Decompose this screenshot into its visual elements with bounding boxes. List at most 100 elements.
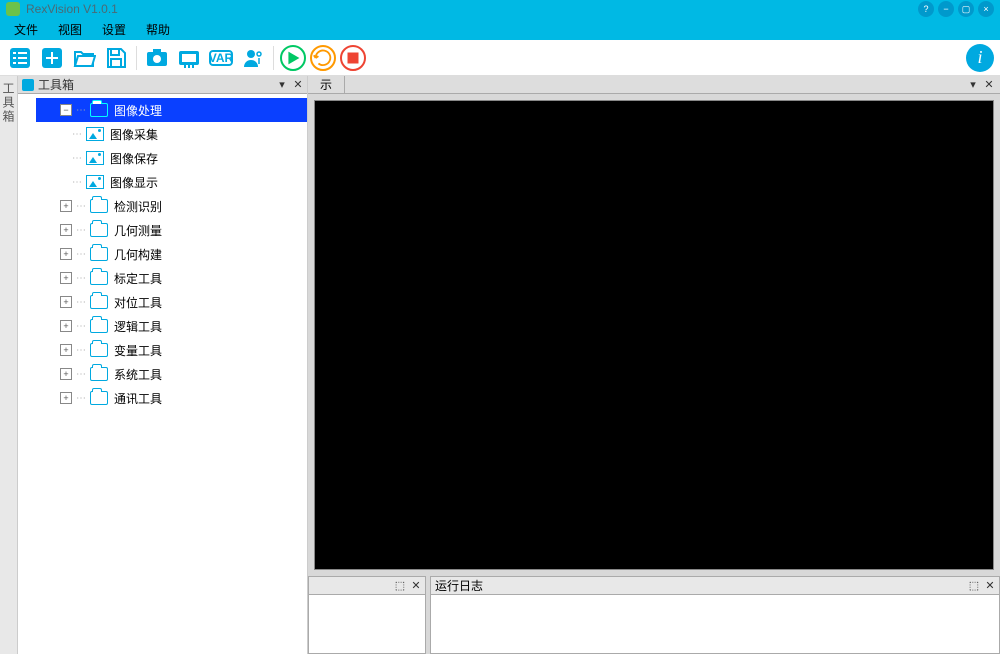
right-area: 示 ▾ ✕ ⬚ ✕ 运行日志 [308,76,1000,654]
viewer-tab-bar: 示 ▾ ✕ [308,76,1000,94]
help-window-button[interactable]: ? [918,1,934,17]
bottom-left-panel: ⬚ ✕ [308,576,426,654]
log-panel: 运行日志 ⬚ ✕ [430,576,1000,654]
close-icon[interactable]: ✕ [291,78,305,92]
tree-expander[interactable]: + [60,368,72,380]
folder-icon [90,102,108,118]
run-button[interactable] [280,45,306,71]
tree-node[interactable]: +⋯变量工具 [36,338,307,362]
tree-expander[interactable]: − [60,104,72,116]
tree-node-label: 变量工具 [114,342,162,359]
sidebar-collapse-tab[interactable]: 工具箱 [0,76,18,654]
main-area: 工具箱 工具箱 ▾ ✕ −⋯图像处理⋯图像采集⋯图像保存⋯图像显示+⋯检测识别+… [0,76,1000,654]
close-icon[interactable]: ✕ [982,78,996,92]
tree-node-label: 图像采集 [110,126,158,143]
save-button[interactable] [102,44,130,72]
menu-bar: 文件 视图 设置 帮助 [0,18,1000,40]
tree-node[interactable]: +⋯检测识别 [36,194,307,218]
maximize-button[interactable]: ▢ [958,1,974,17]
viewer-tab[interactable]: 示 [308,76,345,93]
open-button[interactable] [70,44,98,72]
log-header: 运行日志 ⬚ ✕ [431,577,999,595]
tree-node[interactable]: +⋯系统工具 [36,362,307,386]
tree-node-label: 图像处理 [114,99,307,122]
tree-expander[interactable]: + [60,344,72,356]
io-button[interactable] [175,44,203,72]
title-bar: RexVision V1.0.1 ? − ▢ × [0,0,1000,18]
tree-expander[interactable]: + [60,224,72,236]
close-button[interactable]: × [978,1,994,17]
sidebar-tab-label: 工具箱 [1,82,15,124]
svg-text:VAR: VAR [209,51,233,65]
tree-node-label: 几何测量 [114,222,162,239]
tree-node[interactable]: ⋯图像保存 [18,146,307,170]
tree-node[interactable]: ⋯图像显示 [18,170,307,194]
camera-button[interactable] [143,44,171,72]
tree-node-label: 图像保存 [110,150,158,167]
app-icon [6,2,20,16]
close-icon[interactable]: ✕ [983,579,997,593]
folder-icon [90,318,108,334]
folder-icon [90,270,108,286]
toolbox-header-controls: ▾ ✕ [275,78,305,92]
stop-button[interactable] [340,45,366,71]
log-title: 运行日志 [435,577,483,594]
close-icon[interactable]: ✕ [409,579,423,593]
log-body [431,595,999,653]
window-buttons: ? − ▢ × [918,0,994,18]
menu-settings[interactable]: 设置 [92,18,136,41]
toolbox-tree: −⋯图像处理⋯图像采集⋯图像保存⋯图像显示+⋯检测识别+⋯几何测量+⋯几何构建+… [18,94,307,654]
tree-node[interactable]: +⋯几何构建 [36,242,307,266]
menu-view[interactable]: 视图 [48,18,92,41]
image-icon [86,174,104,190]
var-button[interactable]: VAR [207,44,235,72]
folder-icon [90,342,108,358]
menu-file[interactable]: 文件 [4,18,48,41]
log-header-controls: ⬚ ✕ [967,579,997,593]
tree-node-label: 对位工具 [114,294,162,311]
tree-node-label: 图像显示 [110,174,158,191]
image-viewer[interactable] [314,100,994,570]
app-title: RexVision V1.0.1 [26,2,118,16]
loop-button[interactable] [310,45,336,71]
toolbox-header: 工具箱 ▾ ✕ [18,76,307,94]
tree-node[interactable]: +⋯标定工具 [36,266,307,290]
tree-node[interactable]: ⋯图像采集 [18,122,307,146]
tree-expander[interactable]: + [60,200,72,212]
dropdown-icon[interactable]: ▾ [966,78,980,92]
tree-node[interactable]: +⋯对位工具 [36,290,307,314]
list-button[interactable] [6,44,34,72]
info-button[interactable]: i [966,44,994,72]
tree-node-label: 标定工具 [114,270,162,287]
bottom-left-header: ⬚ ✕ [309,577,425,595]
viewer-header-controls: ▾ ✕ [966,78,996,92]
user-button[interactable] [239,44,267,72]
tree-expander[interactable]: + [60,248,72,260]
minimize-button[interactable]: − [938,1,954,17]
tree-node-label: 检测识别 [114,198,162,215]
toolbox-panel: 工具箱 ▾ ✕ −⋯图像处理⋯图像采集⋯图像保存⋯图像显示+⋯检测识别+⋯几何测… [18,76,308,654]
viewer-tab-label: 示 [320,76,332,93]
tree-node[interactable]: +⋯通讯工具 [36,386,307,410]
tree-expander[interactable]: + [60,272,72,284]
tree-node-label: 几何构建 [114,246,162,263]
folder-icon [90,246,108,262]
pin-icon[interactable]: ⬚ [393,579,407,593]
bottom-panels: ⬚ ✕ 运行日志 ⬚ ✕ [308,576,1000,654]
image-icon [86,150,104,166]
dropdown-icon[interactable]: ▾ [275,78,289,92]
new-button[interactable] [38,44,66,72]
tree-expander[interactable]: + [60,320,72,332]
tree-expander[interactable]: + [60,296,72,308]
tree-expander[interactable]: + [60,392,72,404]
bottom-left-controls: ⬚ ✕ [393,579,423,593]
folder-icon [90,390,108,406]
tree-node[interactable]: +⋯几何测量 [36,218,307,242]
toolbar-separator [273,46,274,70]
menu-help[interactable]: 帮助 [136,18,180,41]
folder-icon [90,366,108,382]
folder-icon [90,222,108,238]
tree-node[interactable]: −⋯图像处理 [36,98,307,122]
tree-node[interactable]: +⋯逻辑工具 [36,314,307,338]
pin-icon[interactable]: ⬚ [967,579,981,593]
